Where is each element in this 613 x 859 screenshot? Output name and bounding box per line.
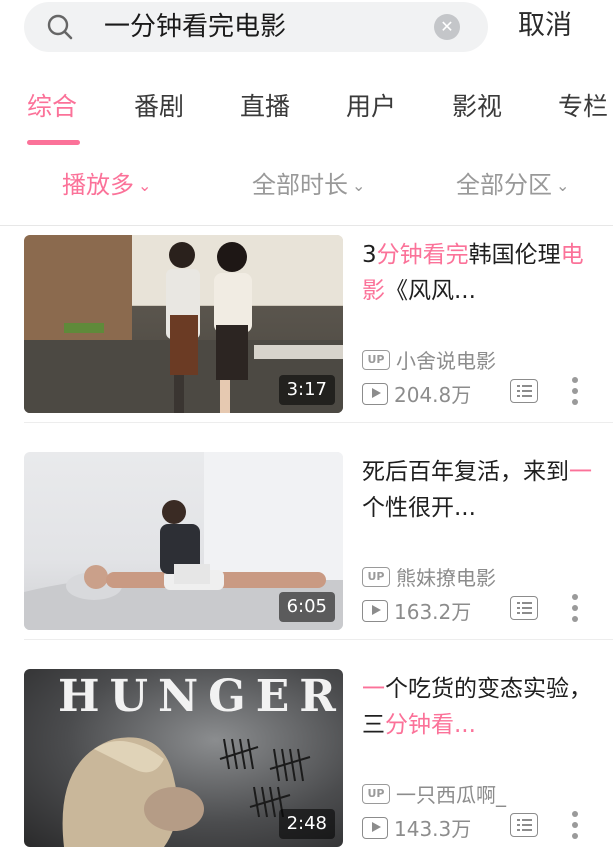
uploader-name: 小舍说电影 (396, 349, 496, 373)
title-keyword: 分钟看 (385, 712, 454, 738)
title-part: 死后百年复活，来到 (362, 459, 569, 485)
tab-users[interactable]: 用户 (346, 90, 396, 124)
view-count: 143.3万 (394, 817, 472, 841)
clear-icon[interactable]: ✕ (434, 14, 460, 40)
active-tab-indicator (27, 140, 80, 145)
poster-title-text: HUNGER (58, 671, 343, 722)
up-badge-icon: UP (362, 783, 390, 804)
video-thumbnail[interactable]: HUNGER 2:48 (24, 669, 343, 847)
uploader-name: 熊妹撩电影 (396, 566, 496, 590)
chevron-down-icon: ⌄ (138, 176, 152, 195)
video-list-item[interactable]: 3:17 3分钟看完韩国伦理电影《风风... UP 小舍说电影 204.8万 (0, 227, 613, 423)
play-count-icon (362, 599, 388, 622)
title-part: 个性很开... (362, 495, 476, 521)
video-thumbnail[interactable]: 6:05 (24, 452, 343, 630)
tab-live[interactable]: 直播 (240, 90, 290, 124)
video-title[interactable]: 3分钟看完韩国伦理电影《风风... (362, 237, 594, 309)
uploader-info[interactable]: UP 一只西瓜啊_ (362, 779, 506, 807)
cancel-button[interactable]: 取消 (518, 8, 572, 44)
video-duration: 2:48 (278, 809, 335, 839)
view-stats: 204.8万 (362, 379, 471, 407)
add-to-playlist-icon[interactable] (510, 813, 538, 837)
tab-comprehensive[interactable]: 综合 (27, 90, 77, 124)
video-thumbnail[interactable]: 3:17 (24, 235, 343, 413)
video-duration: 3:17 (278, 375, 335, 405)
up-badge-icon: UP (362, 349, 390, 370)
video-duration: 6:05 (278, 592, 335, 622)
filter-duration[interactable]: 全部时长 ⌄ (252, 168, 365, 203)
search-icon (47, 14, 73, 40)
uploader-info[interactable]: UP 熊妹撩电影 (362, 562, 496, 590)
uploader-name: 一只西瓜啊_ (396, 783, 506, 807)
video-list-item[interactable]: HUNGER 2:48 一个吃货的变态实验，三分钟看... UP 一只西瓜啊_ 1… (0, 661, 613, 857)
chevron-down-icon: ⌄ (352, 176, 366, 195)
title-part: 《风风... (385, 278, 476, 304)
filter-category[interactable]: 全部分区 ⌄ (456, 168, 569, 203)
filter-bar: 播放多 ⌄ 全部时长 ⌄ 全部分区 ⌄ (0, 150, 613, 226)
view-stats: 143.3万 (362, 813, 471, 841)
title-part: 韩国伦理 (468, 242, 561, 268)
more-options-icon[interactable] (568, 809, 582, 841)
divider (24, 639, 613, 640)
search-results-page: 一分钟看完电影 ✕ 取消 综合 番剧 直播 用户 影视 专栏 播放多 ⌄ 全部时长… (0, 0, 613, 859)
add-to-playlist-icon[interactable] (510, 596, 538, 620)
view-count: 163.2万 (394, 600, 472, 624)
search-query-text: 一分钟看完电影 (104, 12, 287, 42)
view-count: 204.8万 (394, 383, 472, 407)
play-count-icon (362, 816, 388, 839)
search-header: 一分钟看完电影 ✕ 取消 (0, 0, 613, 64)
more-options-icon[interactable] (568, 592, 582, 624)
title-keyword: ... (454, 712, 476, 738)
tab-film-tv[interactable]: 影视 (452, 90, 502, 124)
title-keyword: 一 (569, 459, 592, 485)
view-stats: 163.2万 (362, 596, 471, 624)
up-badge-icon: UP (362, 566, 390, 587)
filter-sort-plays[interactable]: 播放多 ⌄ (62, 168, 151, 203)
play-count-icon (362, 382, 388, 405)
result-tabs: 综合 番剧 直播 用户 影视 专栏 (0, 64, 613, 150)
more-options-icon[interactable] (568, 375, 582, 407)
video-title[interactable]: 一个吃货的变态实验，三分钟看... (362, 671, 594, 743)
chevron-down-icon: ⌄ (556, 176, 570, 195)
video-list-item[interactable]: 6:05 死后百年复活，来到一个性很开... UP 熊妹撩电影 163.2万 (0, 444, 613, 640)
uploader-info[interactable]: UP 小舍说电影 (362, 345, 496, 373)
title-keyword: 一 (362, 676, 385, 702)
divider (24, 422, 613, 423)
video-title[interactable]: 死后百年复活，来到一个性很开... (362, 454, 594, 526)
search-input[interactable]: 一分钟看完电影 ✕ (24, 2, 488, 52)
tab-bangumi[interactable]: 番剧 (134, 90, 184, 124)
title-keyword: 分钟看完 (376, 242, 469, 268)
add-to-playlist-icon[interactable] (510, 379, 538, 403)
tab-articles[interactable]: 专栏 (558, 90, 608, 124)
filter-category-label: 全部分区 (456, 171, 552, 199)
filter-duration-label: 全部时长 (252, 171, 348, 199)
title-part: 3 (362, 242, 377, 268)
filter-sort-label: 播放多 (62, 171, 134, 199)
